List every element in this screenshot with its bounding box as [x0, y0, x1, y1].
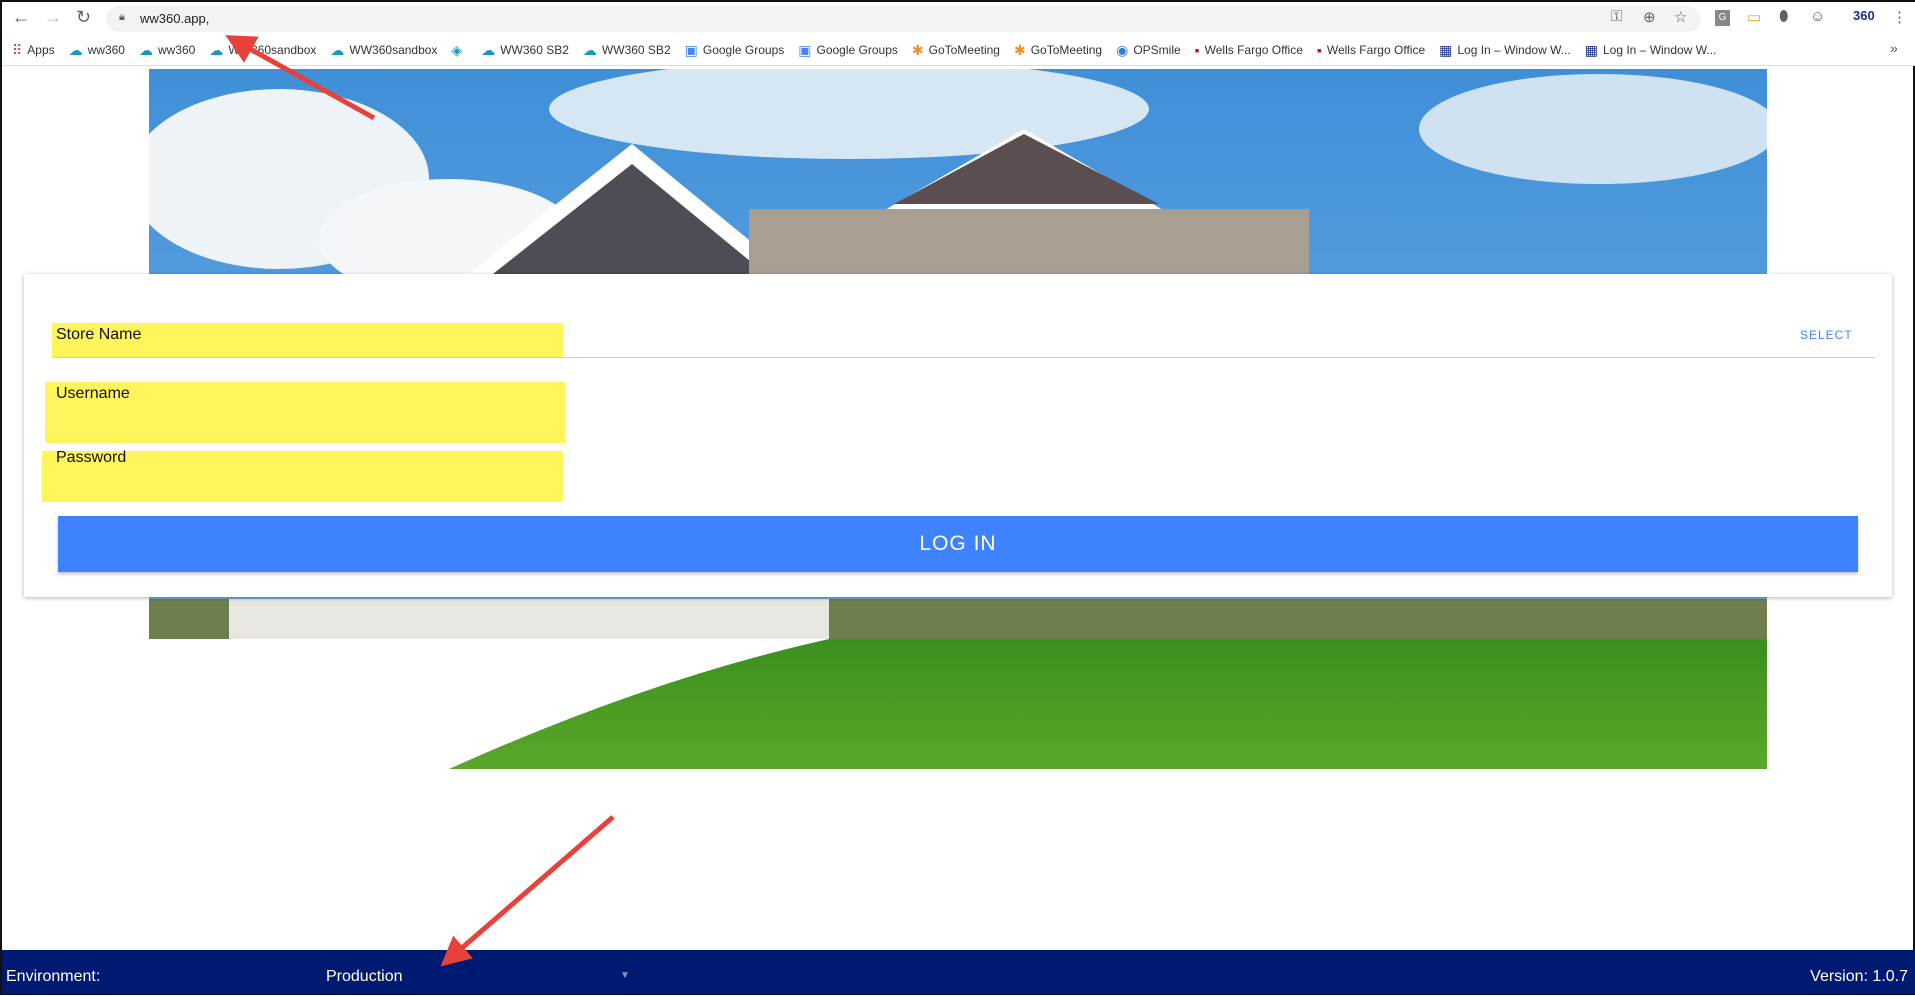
zoom-icon[interactable]: ⊕ [1643, 8, 1656, 26]
wells-fargo-icon: ▪ [1194, 42, 1200, 58]
gotomeeting-icon: ✱ [1013, 41, 1026, 58]
google-groups-icon: ▣ [798, 41, 812, 58]
password-label: Password [56, 449, 127, 466]
back-icon[interactable]: ← [12, 7, 30, 28]
bookmark-item[interactable]: ☁ ww360 [69, 42, 125, 59]
salesforce-cloud-icon: ☁ [209, 41, 224, 58]
bookmark-item[interactable]: ☁ WW360 SB2 [583, 42, 671, 59]
key-icon[interactable]: ⚿ [1611, 8, 1622, 25]
bookmark-item[interactable]: ▪ Wells Fargo Office [1317, 42, 1425, 58]
bookmark-item[interactable]: ▪ Wells Fargo Office [1195, 42, 1303, 58]
annotation-arrow-environment [440, 815, 615, 967]
apps-grid-icon: ⠿ [12, 41, 23, 58]
bookmark-item[interactable]: ✱ GoToMeeting [912, 42, 1000, 59]
browser-toolbar: ← → ↻ 🔒︎ ww360.app, ⚿ ⊕ ☆ G ▭ ⬮ ☺ 360 ⋮ [2, 2, 1915, 35]
salesforce-cloud-icon: ☁ [68, 41, 83, 58]
bookmark-label: ww360 [157, 43, 196, 57]
pin-extension-icon[interactable]: ⬮ [1779, 8, 1788, 25]
bookmark-label: WW360 SB2 [500, 43, 569, 57]
opsmile-icon: ◉ [1116, 41, 1129, 58]
reload-icon[interactable]: ↻ [76, 7, 91, 28]
window-world-icon: ▦ [1439, 41, 1453, 58]
bookmark-label: Log In – Window W... [1602, 43, 1717, 57]
environment-select[interactable]: Production ▼ [322, 964, 637, 990]
url-text[interactable]: ww360.app, [140, 11, 209, 26]
lock-icon: 🔒︎ [119, 11, 125, 23]
bookmark-label: Google Groups [816, 43, 898, 57]
bookmark-label: Log In – Window W... [1457, 43, 1571, 57]
chevron-down-icon: ▼ [620, 970, 630, 981]
bookmark-item[interactable]: ☁ WW360 SB2 [481, 42, 569, 59]
bookmark-label: Apps [27, 43, 55, 57]
bookmark-label: Wells Fargo Office [1204, 43, 1303, 57]
extension-g-icon[interactable]: G [1715, 10, 1730, 26]
wells-fargo-icon: ▪ [1316, 42, 1322, 58]
forward-icon[interactable]: → [44, 7, 62, 28]
address-bar[interactable] [106, 6, 1701, 32]
salesforce-cloud-icon: ☁ [582, 41, 597, 58]
bookmark-item[interactable]: ⠿ Apps [12, 42, 55, 59]
bookmark-label: GoToMeeting [1030, 43, 1103, 57]
app-icon: ◈ [451, 41, 463, 58]
folder-extension-icon[interactable]: ▭ [1747, 8, 1761, 26]
bookmark-item[interactable]: ▦ Log In – Window W... [1439, 42, 1571, 59]
login-button[interactable]: LOG IN [58, 516, 1858, 572]
bookmark-item[interactable]: ▣ Google Groups [798, 42, 898, 59]
bookmark-label: Wells Fargo Office [1326, 43, 1426, 57]
version-text: Version: 1.0.7 [1810, 968, 1908, 985]
username-label: Username [56, 385, 130, 402]
bookmark-item[interactable]: ☁ WW360sandbox [330, 42, 437, 59]
menu-icon[interactable]: ⋮ [1892, 8, 1907, 26]
face-extension-icon[interactable]: ☺ [1810, 8, 1825, 25]
bookmark-item[interactable]: ✱ GoToMeeting [1014, 42, 1102, 59]
environment-label: Environment: [6, 968, 101, 985]
store-name-underline [52, 357, 1875, 358]
bookmark-item[interactable]: ◉ OPSmile [1116, 42, 1181, 59]
gotomeeting-icon: ✱ [911, 41, 924, 58]
bookmark-label: WW360sandbox [228, 43, 317, 57]
select-store-button[interactable]: SELECT [1800, 328, 1853, 342]
bookmark-label: WW360 SB2 [601, 43, 671, 57]
footer-bar: Environment: Production ▼ Version: 1.0.7 [2, 950, 1915, 994]
bookmark-label: GoToMeeting [928, 43, 1000, 57]
bookmark-label: OPSmile [1133, 43, 1181, 57]
salesforce-cloud-icon: ☁ [481, 41, 496, 58]
bookmark-label: WW360sandbox [349, 43, 438, 57]
ww360-extension-icon[interactable]: 360 [1853, 8, 1875, 23]
bookmark-item[interactable]: ◈ [451, 42, 467, 59]
salesforce-cloud-icon: ☁ [138, 41, 153, 58]
bookmark-item[interactable]: ▣ Google Groups [685, 42, 785, 59]
bookmark-label: ww360 [87, 43, 125, 57]
environment-value: Production [326, 968, 403, 985]
bookmarks-overflow-button[interactable]: » [1890, 40, 1898, 56]
window-world-icon: ▦ [1584, 41, 1598, 58]
bookmark-item[interactable]: ▦ Log In – Window W... [1585, 42, 1717, 59]
salesforce-cloud-icon: ☁ [330, 41, 345, 58]
star-icon[interactable]: ☆ [1674, 8, 1687, 26]
store-name-label: Store Name [56, 326, 142, 343]
bookmarks-bar: ⠿ Apps ☁ ww360 ☁ ww360 ☁ WW360sandbox ☁ WW360sand… [2, 35, 1915, 66]
bookmark-item[interactable]: ☁ WW360sandbox [209, 42, 316, 59]
google-groups-icon: ▣ [684, 41, 698, 58]
bookmark-item[interactable]: ☁ ww360 [139, 42, 195, 59]
bookmark-label: Google Groups [702, 43, 785, 57]
